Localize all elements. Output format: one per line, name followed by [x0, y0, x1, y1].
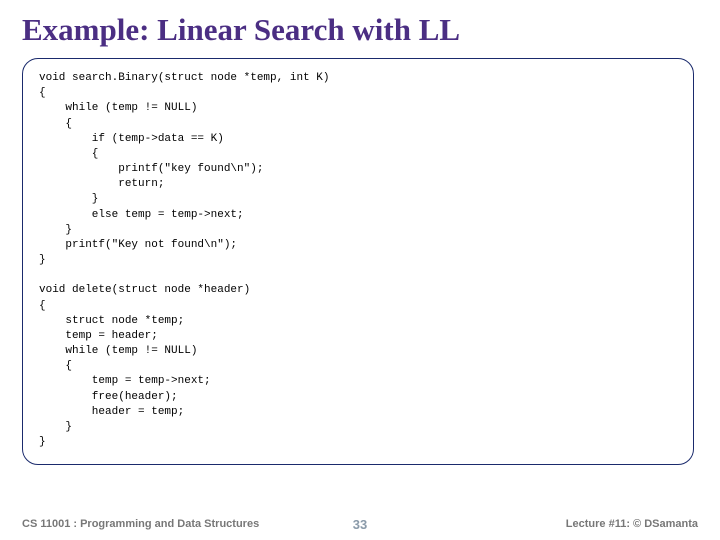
- slide-number: 33: [353, 517, 367, 532]
- footer-right: Lecture #11: © DSamanta: [566, 518, 698, 530]
- code-box: void search.Binary(struct node *temp, in…: [22, 58, 694, 465]
- footer-left: CS 11001 : Programming and Data Structur…: [22, 518, 259, 530]
- slide: Example: Linear Search with LL void sear…: [0, 0, 720, 540]
- footer: CS 11001 : Programming and Data Structur…: [0, 518, 720, 530]
- slide-title: Example: Linear Search with LL: [22, 12, 698, 48]
- code-block: void search.Binary(struct node *temp, in…: [39, 71, 677, 450]
